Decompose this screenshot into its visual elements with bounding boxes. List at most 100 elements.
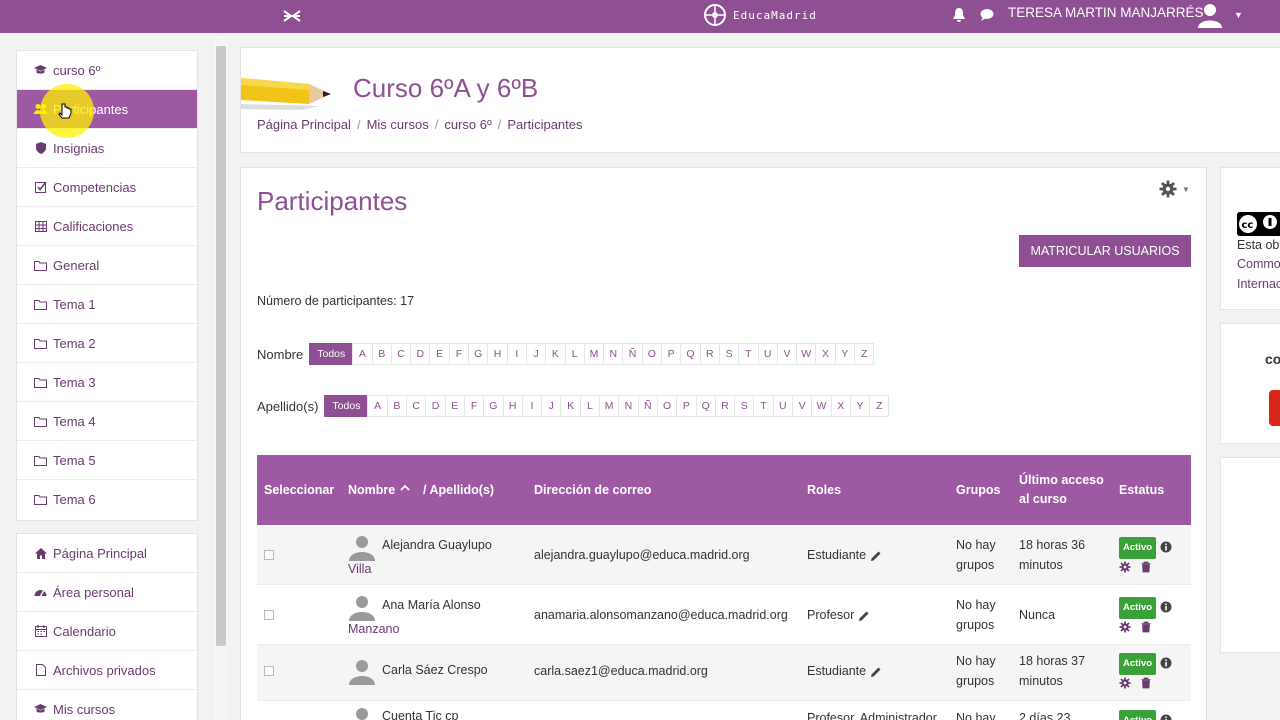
first-name-filter-letter[interactable]: G [468, 343, 489, 365]
first-name-filter-letter[interactable]: X [815, 343, 836, 365]
last-name-filter-letter[interactable]: B [386, 395, 408, 417]
first-name-filter-letter[interactable]: V [776, 343, 798, 365]
gear-caret-icon[interactable]: ▼ [1182, 185, 1190, 194]
last-name-filter-letter[interactable]: O [656, 395, 678, 417]
nav-section-tema-6[interactable]: Tema 6 [17, 480, 197, 519]
first-name-filter-letter[interactable]: Y [834, 343, 855, 365]
first-name-filter-letter[interactable]: M [583, 343, 605, 365]
nav-section-tema-4[interactable]: Tema 4 [17, 402, 197, 441]
last-name-filter-letter[interactable]: P [676, 395, 697, 417]
pencil-edit-icon[interactable] [870, 666, 882, 678]
participant-name-line1[interactable]: Alejandra Guaylupo [382, 535, 492, 555]
header-surname[interactable]: / Apellido(s) [423, 455, 494, 525]
last-name-filter-letter[interactable]: C [406, 395, 427, 417]
nav-dashboard[interactable]: Área personal [17, 573, 197, 612]
last-name-filter-letter[interactable]: V [791, 395, 813, 417]
nav-badges[interactable]: Insignias [17, 129, 197, 168]
pencil-edit-icon[interactable] [858, 610, 870, 622]
last-name-filter-letter[interactable]: Z [869, 395, 890, 417]
nav-home[interactable]: Página Principal [17, 534, 197, 573]
last-name-filter-letter[interactable]: W [811, 395, 832, 417]
participant-name-line2[interactable]: Manzano [348, 619, 399, 639]
last-name-filter-letter[interactable]: Ñ [637, 395, 658, 417]
last-name-filter-letter[interactable]: Y [849, 395, 871, 417]
first-name-filter-letter[interactable]: N [603, 343, 624, 365]
nav-calendar[interactable]: Calendario [17, 612, 197, 651]
side-block-image[interactable] [1269, 390, 1280, 426]
gear-icon[interactable] [1119, 677, 1131, 689]
participant-name-line1[interactable]: Cuenta Tic cp [382, 706, 458, 720]
last-name-filter-letter[interactable]: U [772, 395, 793, 417]
last-name-filter-letter[interactable]: E [444, 395, 465, 417]
header-last-access-line2[interactable]: al curso [1019, 490, 1067, 509]
user-name[interactable]: TERESA MARTIN MANJARRÉS [1008, 5, 1204, 20]
trash-icon[interactable] [1140, 677, 1152, 689]
breadcrumb-course[interactable]: curso 6º [444, 117, 491, 132]
messages-chat-icon[interactable] [980, 8, 994, 22]
first-name-filter-letter[interactable]: F [448, 343, 470, 365]
first-name-filter-letter[interactable]: Q [680, 343, 701, 365]
header-last-access-line1[interactable]: Último acceso [1019, 471, 1104, 490]
first-name-filter-letter[interactable]: W [796, 343, 817, 365]
first-name-filter-letter[interactable]: C [390, 343, 412, 365]
first-name-filter-letter[interactable]: A [352, 343, 373, 365]
breadcrumb-home[interactable]: Página Principal [257, 117, 351, 132]
collapse-menu-icon[interactable] [282, 6, 302, 26]
nav-private-files[interactable]: Archivos privados [17, 651, 197, 690]
first-name-filter-letter[interactable]: D [410, 343, 431, 365]
row-select-checkbox[interactable] [264, 666, 274, 676]
gear-icon[interactable] [1119, 621, 1131, 633]
first-name-filter-letter[interactable]: L [564, 343, 585, 365]
last-name-filter-letter[interactable]: T [753, 395, 774, 417]
row-select-checkbox[interactable] [264, 550, 274, 560]
header-name[interactable]: Nombre [348, 455, 410, 525]
first-name-filter-letter[interactable]: T [738, 343, 759, 365]
breadcrumb-my-courses[interactable]: Mis cursos [367, 117, 429, 132]
nav-section-tema-2[interactable]: Tema 2 [17, 324, 197, 363]
participant-name-line1[interactable]: Carla Sáez Crespo [382, 660, 488, 680]
last-name-filter-letter[interactable]: N [618, 395, 639, 417]
header-email[interactable]: Dirección de correo [534, 455, 651, 525]
license-text-line2[interactable]: Commo [1237, 257, 1280, 271]
last-name-filter-letter[interactable]: S [734, 395, 755, 417]
last-name-filter-letter[interactable]: A [367, 395, 388, 417]
gear-icon[interactable] [1119, 561, 1131, 573]
pencil-edit-icon[interactable] [870, 550, 882, 562]
first-name-filter-letter[interactable]: O [641, 343, 663, 365]
info-icon[interactable] [1160, 714, 1172, 720]
first-name-filter-letter[interactable]: Ñ [622, 343, 643, 365]
first-name-filter-letter[interactable]: R [699, 343, 720, 365]
nav-section-tema-5[interactable]: Tema 5 [17, 441, 197, 480]
first-name-filter-letter[interactable]: Z [854, 343, 875, 365]
last-name-filter-letter[interactable]: I [521, 395, 543, 417]
nav-section-tema-3[interactable]: Tema 3 [17, 363, 197, 402]
last-name-filter-all[interactable]: Todos [324, 395, 369, 417]
license-text-line3[interactable]: Internac [1237, 277, 1280, 291]
info-icon[interactable] [1160, 541, 1172, 553]
header-last-access[interactable]: Último acceso al curso [1019, 455, 1104, 525]
user-menu-caret-icon[interactable]: ▼ [1234, 10, 1243, 20]
trash-icon[interactable] [1140, 561, 1152, 573]
first-name-filter-letter[interactable]: P [661, 343, 682, 365]
drawer-scrollbar-thumb[interactable] [216, 46, 226, 646]
nav-section-tema-1[interactable]: Tema 1 [17, 285, 197, 324]
last-name-filter-letter[interactable]: R [714, 395, 736, 417]
last-name-filter-letter[interactable]: F [463, 395, 485, 417]
info-icon[interactable] [1160, 601, 1172, 613]
trash-icon[interactable] [1140, 621, 1152, 633]
first-name-filter-letter[interactable]: B [371, 343, 392, 365]
enrol-users-button[interactable]: MATRICULAR USUARIOS [1019, 235, 1191, 267]
row-select-checkbox[interactable] [264, 610, 274, 620]
last-name-filter-letter[interactable]: G [483, 395, 504, 417]
notifications-bell-icon[interactable] [952, 7, 966, 23]
gear-icon[interactable] [1159, 180, 1177, 198]
last-name-filter-letter[interactable]: J [541, 395, 562, 417]
first-name-filter-letter[interactable]: E [429, 343, 450, 365]
last-name-filter-letter[interactable]: M [599, 395, 620, 417]
first-name-filter-letter[interactable]: J [525, 343, 547, 365]
last-name-filter-letter[interactable]: X [830, 395, 851, 417]
breadcrumb-participants[interactable]: Participantes [507, 117, 582, 132]
nav-my-courses[interactable]: Mis cursos [17, 690, 197, 720]
first-name-filter-all[interactable]: Todos [309, 343, 354, 365]
info-icon[interactable] [1160, 657, 1172, 669]
